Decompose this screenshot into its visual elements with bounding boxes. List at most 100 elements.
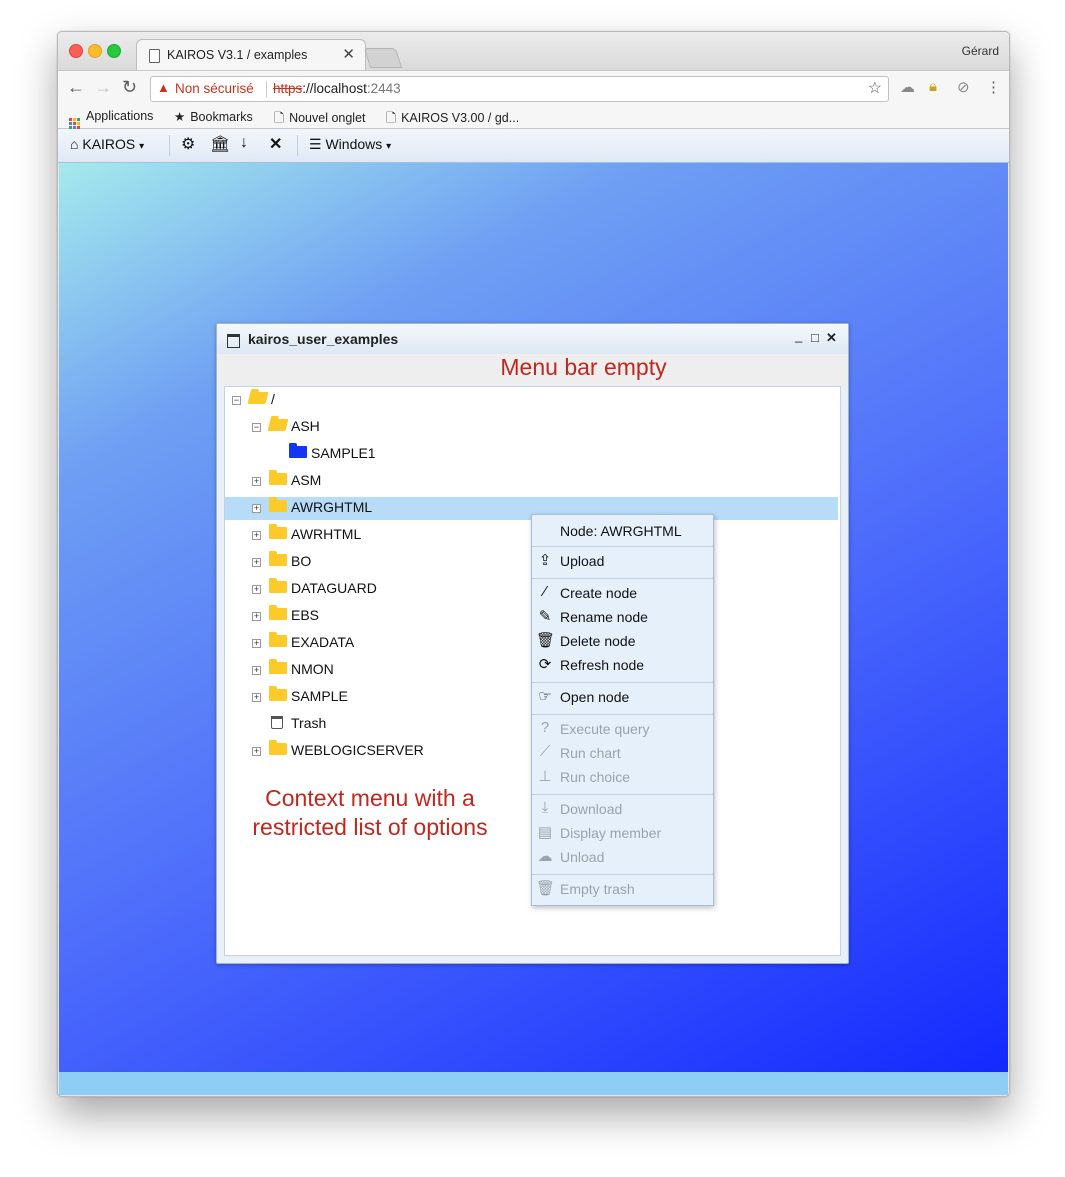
refresh-icon: ⟳ (538, 656, 552, 673)
menu-item-label: Unload (560, 849, 605, 865)
menu-item-label: Empty trash (560, 881, 635, 897)
folder-open-icon (247, 392, 269, 404)
download-icon: ⤓ (541, 799, 549, 816)
bookmark-label: Bookmarks (190, 110, 253, 124)
menu-item-rename-node[interactable]: ✎ Rename node (532, 606, 713, 630)
menu-separator (532, 682, 713, 683)
menu-item-label: Open node (560, 689, 630, 705)
home-icon: ⌂ (70, 136, 79, 152)
compass-extension-icon[interactable]: ⊘ (957, 78, 970, 96)
cloud-upload-icon: ☁ (537, 848, 553, 865)
drive-extension-icon[interactable]: ☁ (900, 78, 915, 96)
expand-toggle[interactable]: + (252, 477, 261, 486)
windows-menu[interactable]: ☰ Windows ▾ (309, 136, 391, 153)
menu-item-label: Run choice (560, 769, 631, 785)
folder-icon (269, 551, 287, 566)
bookmark-label: Nouvel onglet (289, 111, 366, 125)
context-menu-header: Node: AWRGHTML (532, 515, 713, 547)
maximize-icon[interactable]: □ (811, 330, 819, 345)
menu-item-run-choice: ⊥ Run choice (532, 766, 713, 790)
forward-arrow-icon[interactable]: → (94, 77, 112, 98)
folder-icon (269, 497, 287, 512)
tree-root[interactable]: − / (225, 389, 838, 412)
expand-toggle[interactable]: + (252, 585, 261, 594)
expand-toggle[interactable]: + (252, 639, 261, 648)
tab-close-icon[interactable]: ✕ (342, 45, 355, 63)
kairos-menu[interactable]: ⌂ KAIROS ▾ (70, 136, 144, 152)
menu-item-label: Execute query (560, 721, 650, 737)
app-statusbar (59, 1072, 1008, 1095)
tree-node-sample1[interactable]: SAMPLE1 (225, 443, 838, 466)
browser-window: KAIROS V3.1 / examples ✕ Gérard ← → ↻ ▲ … (57, 31, 1010, 1097)
minimize-icon[interactable]: _ (795, 328, 802, 343)
app-desktop: kairos_user_examples _ □ ✕ Menu bar empt… (59, 163, 1008, 1072)
menu-item-unload: ☁ Unload (532, 846, 713, 870)
menu-item-upload[interactable]: ⇪ Upload (532, 550, 713, 574)
close-icon[interactable]: ✕ (269, 134, 282, 154)
menu-separator (532, 714, 713, 715)
expand-toggle[interactable]: + (252, 612, 261, 621)
tree-node-label: DATAGUARD (291, 580, 377, 596)
security-label[interactable]: Non sécurisé (175, 81, 254, 96)
menu-item-refresh-node[interactable]: ⟳ Refresh node (532, 654, 713, 678)
context-note-line1: Context menu with a (265, 785, 475, 811)
url-text[interactable]: https://localhost:2443 (273, 81, 401, 96)
close-window-button[interactable] (69, 44, 83, 58)
reload-icon[interactable]: ↻ (122, 77, 137, 98)
tree-node-asm[interactable]: + ASM (225, 470, 838, 493)
menu-item-create-node[interactable]: ⁄ Create node (532, 582, 713, 606)
menu-item-open-node[interactable]: ☞ Open node (532, 686, 713, 710)
expand-toggle[interactable]: + (252, 693, 261, 702)
window-titlebar[interactable]: kairos_user_examples _ □ ✕ (217, 324, 848, 354)
expand-toggle[interactable]: + (252, 747, 261, 756)
bookmark-star-icon[interactable]: ☆ (868, 78, 882, 98)
bank-icon[interactable]: 🏛︎ (210, 134, 230, 154)
context-note-line2: restricted list of options (252, 814, 488, 840)
back-arrow-icon[interactable]: ← (67, 77, 85, 98)
expand-toggle[interactable]: + (252, 666, 261, 675)
close-icon[interactable]: ✕ (826, 330, 837, 346)
bookmark-bookmarks[interactable]: ★ Bookmarks (174, 109, 253, 124)
expand-toggle[interactable]: + (252, 531, 261, 540)
trash-outline-icon: 🗑︎ (536, 880, 556, 897)
collapse-toggle[interactable]: − (252, 423, 261, 432)
menu-item-label: Download (560, 801, 623, 817)
address-separator (266, 81, 267, 97)
chrome-menu-icon[interactable]: ⋮ (986, 78, 1001, 96)
profile-name[interactable]: Gérard (962, 44, 999, 58)
context-menu: Node: AWRGHTML ⇪ Upload ⁄ Create node ✎ … (531, 514, 714, 906)
tree-node-label: NMON (291, 661, 334, 677)
list-icon: ☰ (309, 136, 322, 152)
hand-pointer-icon: ☞ (538, 688, 552, 705)
bookmark-kairos[interactable]: 🗋︎ KAIROS V3.00 / gd... (386, 109, 519, 130)
arrow-down-icon[interactable]: ↓ (240, 134, 248, 152)
collapse-toggle[interactable]: − (232, 396, 241, 405)
browser-tab[interactable]: KAIROS V3.1 / examples ✕ (136, 39, 366, 71)
tree-node-ash[interactable]: − ASH (225, 416, 838, 439)
file-text-icon: ▤ (537, 824, 553, 841)
folder-icon (269, 524, 287, 539)
bookmark-nouvel-onglet[interactable]: 🗋︎ Nouvel onglet (274, 109, 366, 130)
expand-toggle[interactable]: + (252, 558, 261, 567)
window-icon (227, 334, 240, 348)
folder-icon (269, 659, 287, 674)
expand-toggle[interactable]: + (252, 504, 261, 513)
url-scheme: https (273, 81, 303, 96)
minimize-window-button[interactable] (88, 44, 102, 58)
address-bar[interactable]: ▲ Non sécurisé https://localhost:2443 ☆ (150, 76, 889, 102)
url-host: localhost (313, 81, 367, 96)
menu-item-delete-node[interactable]: 🗑︎ Delete node (532, 630, 713, 654)
new-tab-button[interactable] (363, 48, 403, 68)
warning-icon: ▲ (157, 80, 170, 95)
zoom-window-button[interactable] (107, 44, 121, 58)
folder-icon (269, 470, 287, 485)
tree-node-label: / (271, 391, 275, 407)
line-chart-icon: ⟋ (539, 743, 551, 760)
bookmark-label: KAIROS V3.00 / gd... (401, 111, 520, 125)
bookmark-applications[interactable]: Applications (69, 109, 153, 129)
menu-bar-note: Menu bar empty (500, 354, 667, 380)
gear-icon[interactable]: ⚙ (181, 134, 195, 154)
lock-extension-icon[interactable]: 🔒︎ (929, 78, 937, 95)
browser-toolbar: ← → ↻ ▲ Non sécurisé https://localhost:2… (58, 70, 1009, 107)
tree-node-label: EBS (291, 607, 320, 623)
